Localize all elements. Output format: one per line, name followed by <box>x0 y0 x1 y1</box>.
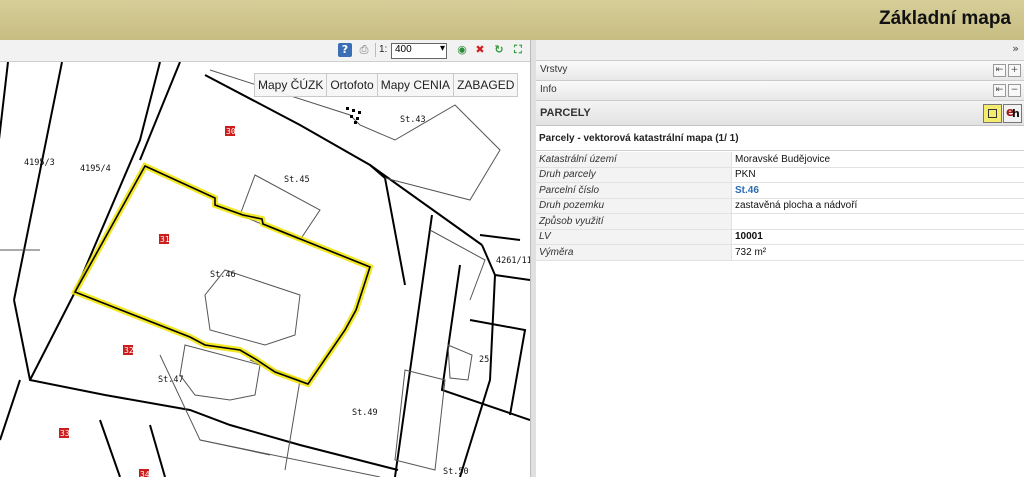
close-icon[interactable]: ✖ <box>473 43 487 57</box>
parcel-boundary <box>469 319 527 416</box>
parcel-boundary <box>13 62 63 301</box>
collapse-icon[interactable]: − <box>1008 84 1021 97</box>
parcel-boundary <box>479 234 521 241</box>
parcel-number: 34 <box>140 470 150 477</box>
table-row: Katastrální území Moravské Budějovice <box>536 152 1024 168</box>
map-label: St.46 <box>210 270 236 280</box>
section-label: Info <box>540 84 557 95</box>
parcel-boundary <box>99 419 121 477</box>
parcel-boundary <box>0 62 9 140</box>
table-row: Parcelní číslo St.46 <box>536 182 1024 199</box>
building-outline <box>159 354 271 456</box>
parcel-boundary <box>494 274 530 281</box>
expand-icon[interactable]: + <box>1008 64 1021 77</box>
map-label: St.47 <box>158 375 184 385</box>
map-canvas[interactable]: 30 31 32 33 34 St.43 4195/3 4195/4 St.45… <box>0 62 530 477</box>
attribute-value <box>731 213 1024 230</box>
parcel-boundary <box>369 164 483 246</box>
parcel-number-link[interactable]: St.46 <box>731 182 1024 199</box>
basemap-switcher: Mapy ČÚZK Ortofoto Mapy CENIA ZABAGED <box>254 73 519 97</box>
map-label: St.49 <box>352 408 378 418</box>
stair-marker <box>358 111 361 114</box>
map-label: 4261/11 <box>496 256 530 266</box>
map-label: St.43 <box>400 115 426 125</box>
scale-select[interactable]: 400 ▾ <box>391 43 447 59</box>
attribute-value: zastavěná plocha a nádvoří <box>731 198 1024 214</box>
attribute-key: LV <box>536 229 732 245</box>
fullscreen-icon[interactable]: ⛶ <box>511 43 525 57</box>
parcel-boundary <box>13 299 399 471</box>
table-row: Druh parcely PKN <box>536 167 1024 183</box>
app-header: Základní mapa <box>0 0 1024 41</box>
map-label: St.50 <box>443 467 469 477</box>
attribute-key: Druh parcely <box>536 167 732 183</box>
attribute-value: 10001 <box>731 229 1024 245</box>
attribute-key: Druh pozemku <box>536 198 732 214</box>
map-label: 4195/3 <box>24 158 55 168</box>
parcel-boundary <box>139 62 181 161</box>
parcely-header: PARCELY e h <box>536 101 1024 126</box>
attribute-value: PKN <box>731 167 1024 183</box>
highlight-parcel-icon[interactable] <box>983 104 1002 123</box>
print-icon[interactable]: ⎙ <box>357 43 371 57</box>
table-row: Druh pozemku zastavěná plocha a nádvoří <box>536 198 1024 214</box>
attribute-key: Způsob využití <box>536 213 732 230</box>
stair-marker <box>346 107 349 110</box>
parcely-title: PARCELY <box>540 107 591 119</box>
section-info[interactable]: Info ⇤ − <box>536 81 1024 101</box>
table-row: Způsob využití <box>536 213 1024 230</box>
parcel-boundary <box>394 214 433 477</box>
stair-marker <box>350 115 353 118</box>
stair-marker <box>356 117 359 120</box>
map-toolbar: ? ⎙ 1: 400 ▾ ◉ ✖ ↻ ⛶ <box>0 40 530 62</box>
cadastral-map[interactable]: 30 31 32 33 34 St.43 4195/3 4195/4 St.45… <box>0 62 530 477</box>
parcel-number: 31 <box>160 235 170 244</box>
attribute-key: Výměra <box>536 244 732 261</box>
layer-button-ortofoto[interactable]: Ortofoto <box>326 73 378 97</box>
map-label: St.45 <box>284 175 310 185</box>
chevron-down-icon: ▾ <box>439 43 445 54</box>
table-row: Výměra 732 m² <box>536 244 1024 261</box>
collapse-panel-icon[interactable]: » <box>1012 42 1019 55</box>
pin-icon[interactable]: ⇤ <box>993 64 1006 77</box>
section-label: Vrstvy <box>540 64 568 75</box>
scale-value: 400 <box>395 44 412 55</box>
parcel-attributes-table: Katastrální území Moravské Budějovice Dr… <box>536 152 1024 261</box>
building-outline <box>204 269 301 346</box>
panel-top-bar: » <box>536 40 1024 61</box>
parcel-number: 32 <box>124 346 134 355</box>
side-panel: » Vrstvy ⇤ + Info ⇤ − PARCELY e h Parcel… <box>536 40 1024 477</box>
divider <box>536 150 1024 151</box>
section-vrstvy[interactable]: Vrstvy ⇤ + <box>536 61 1024 81</box>
pin-icon[interactable]: ⇤ <box>993 84 1006 97</box>
attribute-key: Parcelní číslo <box>536 182 732 199</box>
identify-icon[interactable]: e h <box>1003 104 1022 123</box>
layer-button-mapy-cenia[interactable]: Mapy CENIA <box>376 73 455 97</box>
parcel-boundary <box>0 379 21 441</box>
map-label: 25 <box>479 355 489 365</box>
refresh-icon[interactable]: ↻ <box>492 43 506 57</box>
parcel-boundary <box>29 291 76 381</box>
building-outline <box>447 344 473 381</box>
attribute-key: Katastrální území <box>536 152 732 168</box>
attribute-value: Moravské Budějovice <box>731 152 1024 168</box>
attribute-value: 732 m² <box>731 244 1024 261</box>
parcel-boundary <box>149 424 166 477</box>
scale-prefix: 1: <box>379 44 388 55</box>
layer-button-zabaged[interactable]: ZABAGED <box>453 73 519 97</box>
parcel-number: 30 <box>226 127 236 136</box>
page-title: Základní mapa <box>879 8 1011 29</box>
parcel-boundary <box>74 62 161 293</box>
globe-icon[interactable]: ◉ <box>455 43 469 57</box>
stair-marker <box>352 109 355 112</box>
layer-button-mapy-cuzk[interactable]: Mapy ČÚZK <box>254 73 328 97</box>
table-row: LV 10001 <box>536 229 1024 245</box>
help-icon[interactable]: ? <box>338 43 352 57</box>
stair-marker <box>354 121 357 124</box>
parcel-number: 33 <box>60 429 70 438</box>
map-label: 4195/4 <box>80 164 111 174</box>
result-subtitle: Parcely - vektorová katastrální mapa (1/… <box>539 133 739 144</box>
parcel-boundary <box>440 264 530 421</box>
